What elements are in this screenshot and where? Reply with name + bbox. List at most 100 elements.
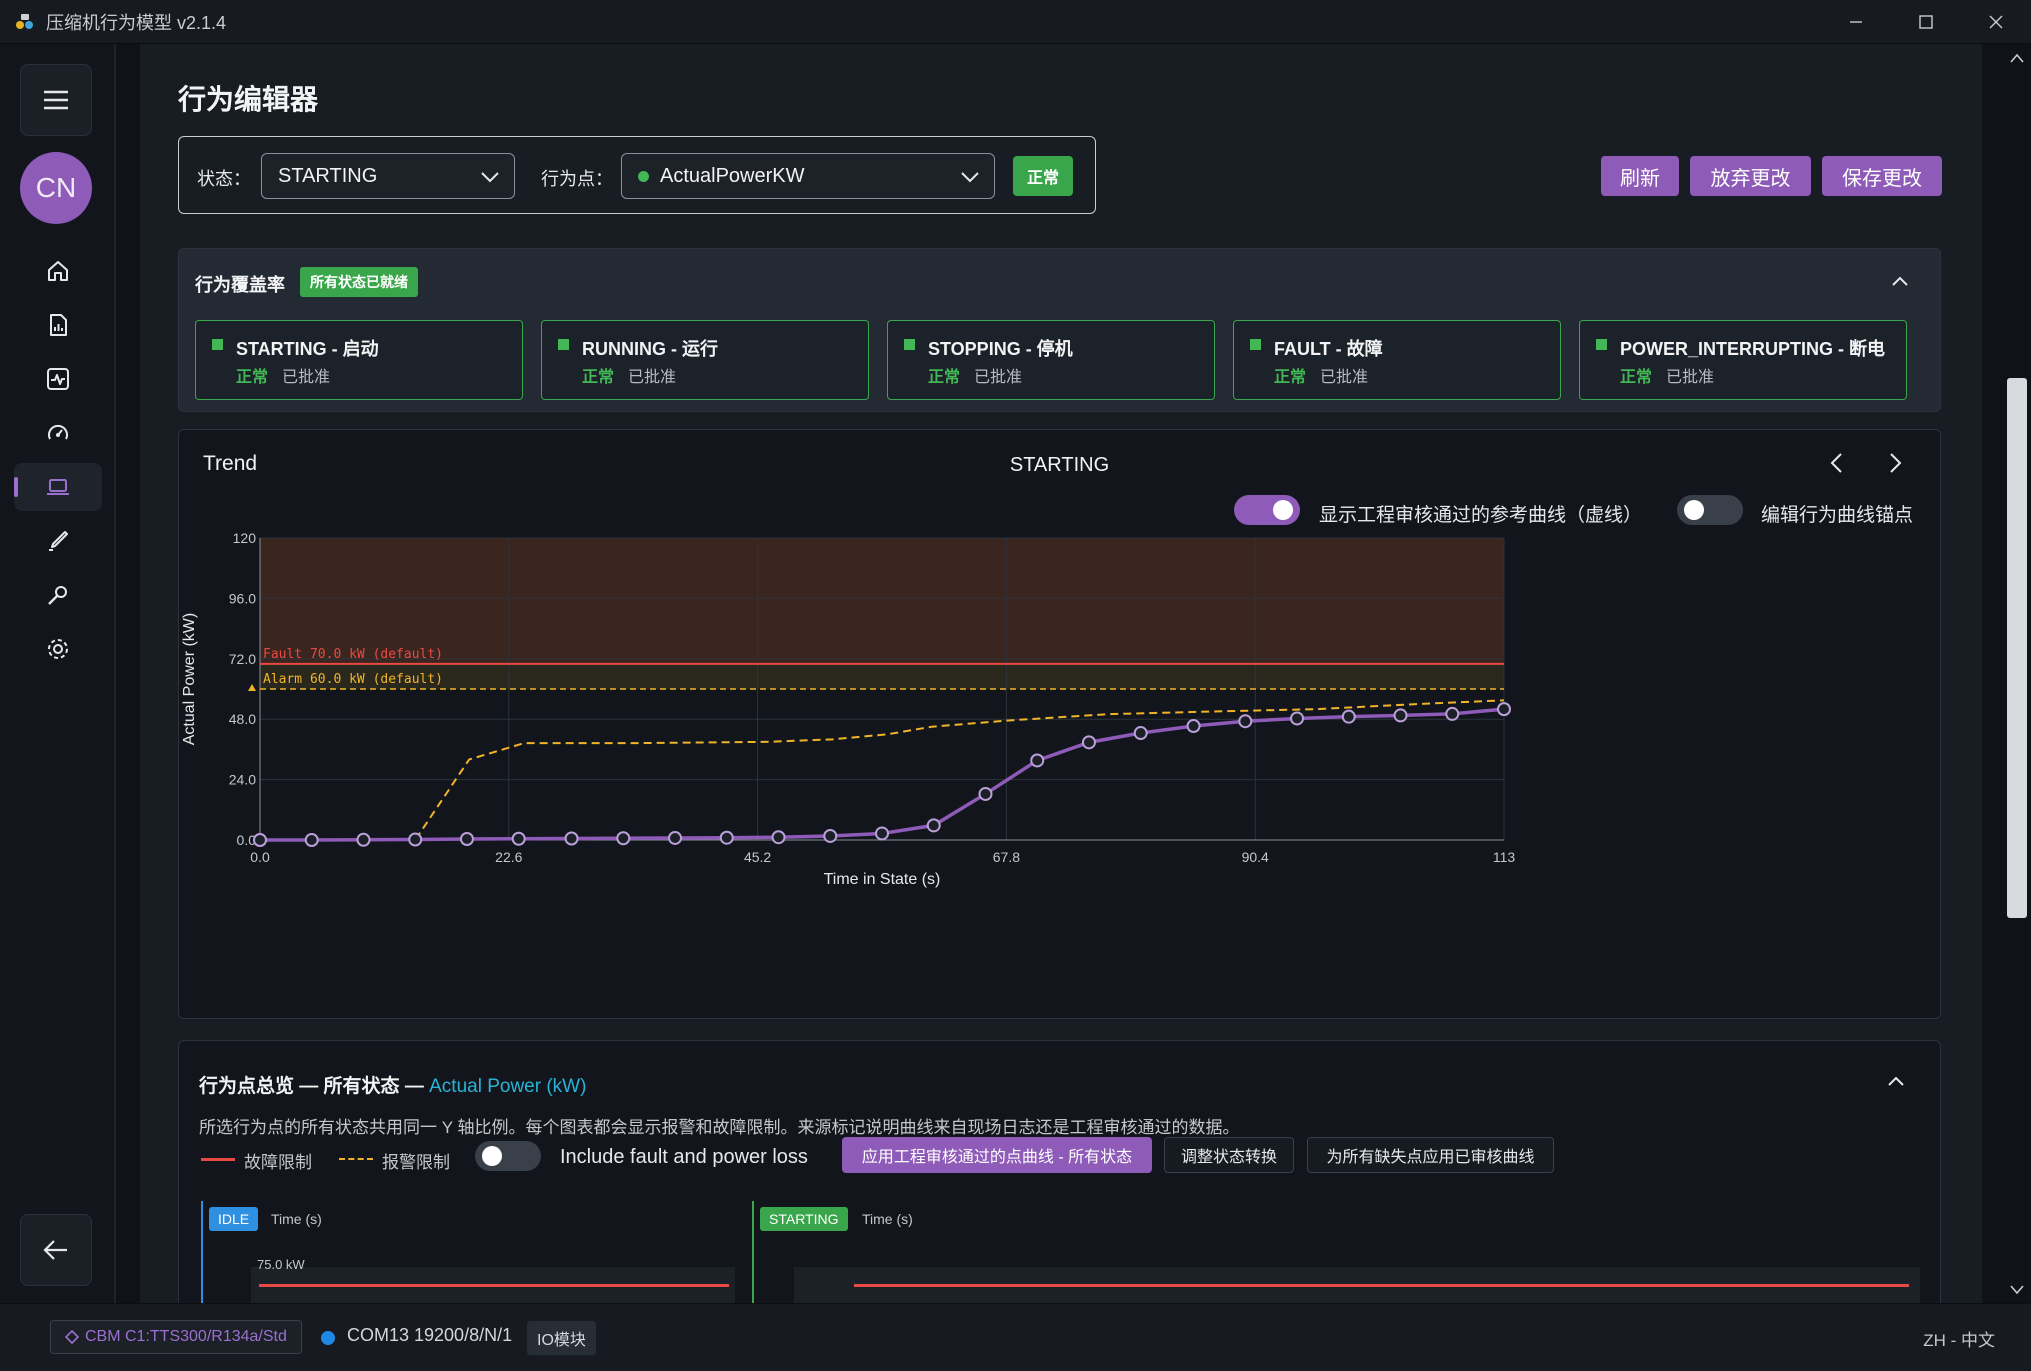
minimize-button[interactable]: [1821, 0, 1891, 44]
brush-icon: [49, 531, 68, 551]
coverage-badge: 所有状态已就绪: [300, 267, 418, 297]
curve-anchor-point: [408, 832, 423, 847]
nav-reports[interactable]: [14, 301, 102, 349]
minimize-icon: [1850, 21, 1862, 23]
alarm-zone-band: [260, 663, 1504, 689]
state-card-stopping[interactable]: STOPPING - 停机 正常 已批准: [887, 320, 1215, 400]
overview-description: 所选行为点的所有状态共用同一 Y 轴比例。每个图表都会显示报警和故障限制。来源标…: [199, 1118, 1240, 1137]
close-window-button[interactable]: [1961, 0, 2031, 44]
idle-x-label: Time (s): [271, 1211, 322, 1227]
curve-anchor-point: [1133, 726, 1148, 741]
chevron-right-icon[interactable]: [1883, 450, 1907, 476]
scroll-down-icon[interactable]: [2010, 1284, 2024, 1296]
curve-anchor-point: [459, 831, 474, 846]
port-label: COM13 19200/8/N/1: [347, 1325, 513, 1345]
point-select[interactable]: ActualPowerKW: [621, 153, 995, 199]
trend-chart[interactable]: Fault 70.0 kW (default) Alarm 60.0 kW (de…: [179, 430, 1942, 1020]
x-tick-label: 90.4: [1242, 849, 1269, 865]
nav-edit[interactable]: [14, 517, 102, 565]
maximize-button[interactable]: [1891, 0, 1961, 44]
refresh-button[interactable]: 刷新: [1601, 156, 1679, 196]
nav-rail: CN: [0, 44, 116, 1303]
chevron-up-icon[interactable]: [1886, 1071, 1906, 1091]
menu-button[interactable]: [20, 64, 92, 136]
hamburger-icon: [44, 90, 68, 110]
alarm-marker-icon: [248, 684, 256, 691]
state-card-power-interrupting[interactable]: POWER_INTERRUPTING - 断电 正常 已批准: [1579, 320, 1907, 400]
state-card-name: STOPPING - 停机: [928, 339, 1073, 359]
maximize-icon: [1919, 15, 1933, 29]
x-tick-label: 0.0: [250, 849, 270, 865]
curve-anchor-point: [1290, 711, 1305, 726]
apply-all-states-button[interactable]: 应用工程审核通过的点曲线 - 所有状态: [842, 1137, 1152, 1173]
nav-monitor[interactable]: [14, 355, 102, 403]
chevron-up-icon[interactable]: [1890, 271, 1910, 291]
curve-anchor-point: [1186, 718, 1201, 733]
report-icon: [50, 314, 67, 336]
y-axis-label: Actual Power (kW): [181, 613, 198, 745]
adjust-transitions-button[interactable]: 调整状态转换: [1164, 1137, 1294, 1173]
arrow-left-icon: [43, 1240, 67, 1260]
avatar[interactable]: CN: [20, 152, 92, 224]
y-tick-label: 96.0: [229, 590, 256, 606]
alarm-legend-swatch: [339, 1158, 373, 1160]
trend-panel: Trend STARTING 显示工程审核通过的参考曲线（虚线） 编辑行为曲线锚…: [178, 429, 1941, 1019]
app-logo-icon: [16, 13, 33, 29]
coverage-title: 行为覆盖率: [195, 275, 285, 295]
nav-settings[interactable]: [14, 625, 102, 673]
curve-anchor-point: [511, 831, 526, 846]
status-square-icon: [904, 339, 915, 350]
curve-anchor-point: [771, 830, 786, 845]
idle-y-tick: 75.0 kW: [257, 1257, 305, 1272]
include-fault-toggle-label: Include fault and power loss: [560, 1146, 808, 1168]
state-card-approval: 已批准: [282, 369, 331, 386]
state-select[interactable]: STARTING: [261, 153, 515, 199]
scrollbar[interactable]: [2003, 44, 2031, 1303]
scroll-thumb[interactable]: [2007, 378, 2027, 918]
edit-anchor-toggle[interactable]: [1677, 495, 1743, 525]
curve-anchor-point: [564, 831, 579, 846]
device-label: CBM C1:TTS300/R134a/Std: [85, 1328, 287, 1345]
include-fault-toggle[interactable]: [475, 1141, 541, 1171]
back-button[interactable]: [20, 1214, 92, 1286]
fill-missing-button[interactable]: 为所有缺失点应用已审核曲线: [1307, 1137, 1554, 1173]
discard-changes-button[interactable]: 放弃更改: [1690, 156, 1811, 196]
module-badge: IO模块: [527, 1321, 596, 1355]
main-content: 行为编辑器 状态： STARTING 行为点： ActualPowerKW 正常…: [140, 44, 1982, 1303]
language-label[interactable]: ZH - 中文: [1923, 1326, 1995, 1351]
scroll-up-icon[interactable]: [2010, 52, 2024, 64]
state-card-starting[interactable]: STARTING - 启动 正常 已批准: [195, 320, 523, 400]
state-card-status: 正常: [928, 369, 961, 386]
fault-legend-label: 故障限制: [244, 1153, 312, 1172]
state-card-name: FAULT - 故障: [1274, 339, 1383, 359]
status-square-icon: [212, 339, 223, 350]
x-tick-label: 22.6: [495, 849, 522, 865]
pulse-icon: [47, 368, 69, 390]
save-changes-button[interactable]: 保存更改: [1822, 156, 1942, 196]
y-tick-label: 72.0: [229, 651, 256, 667]
state-card-fault[interactable]: FAULT - 故障 正常 已批准: [1233, 320, 1561, 400]
chevron-left-icon[interactable]: [1825, 450, 1849, 476]
x-tick-label: 113: [1493, 849, 1516, 865]
fault-zone-band: [260, 538, 1504, 664]
curve-anchor-point: [1238, 714, 1253, 729]
device-chip[interactable]: CBM C1:TTS300/R134a/Std: [50, 1320, 302, 1354]
state-card-status: 正常: [236, 369, 269, 386]
state-select-value: STARTING: [278, 165, 378, 187]
state-card-status: 正常: [1620, 369, 1653, 386]
close-icon: [1989, 15, 2003, 29]
nav-tools[interactable]: [14, 571, 102, 619]
nav-gauge[interactable]: [14, 409, 102, 457]
reference-curve-toggle[interactable]: [1234, 495, 1300, 525]
curve-anchor-point: [823, 828, 838, 843]
nav-behavior-editor[interactable]: [14, 463, 102, 511]
gear-icon: [48, 639, 68, 659]
curve-anchor-point: [978, 786, 993, 801]
state-card-running[interactable]: RUNNING - 运行 正常 已批准: [541, 320, 869, 400]
y-tick-label: 120: [233, 530, 257, 546]
overview-title: 行为点总览 — 所有状态 — Actual Power (kW): [199, 1071, 586, 1098]
home-icon: [48, 261, 68, 281]
curve-anchor-point: [253, 833, 267, 847]
curve-anchor-point: [616, 831, 631, 846]
nav-home[interactable]: [14, 247, 102, 295]
